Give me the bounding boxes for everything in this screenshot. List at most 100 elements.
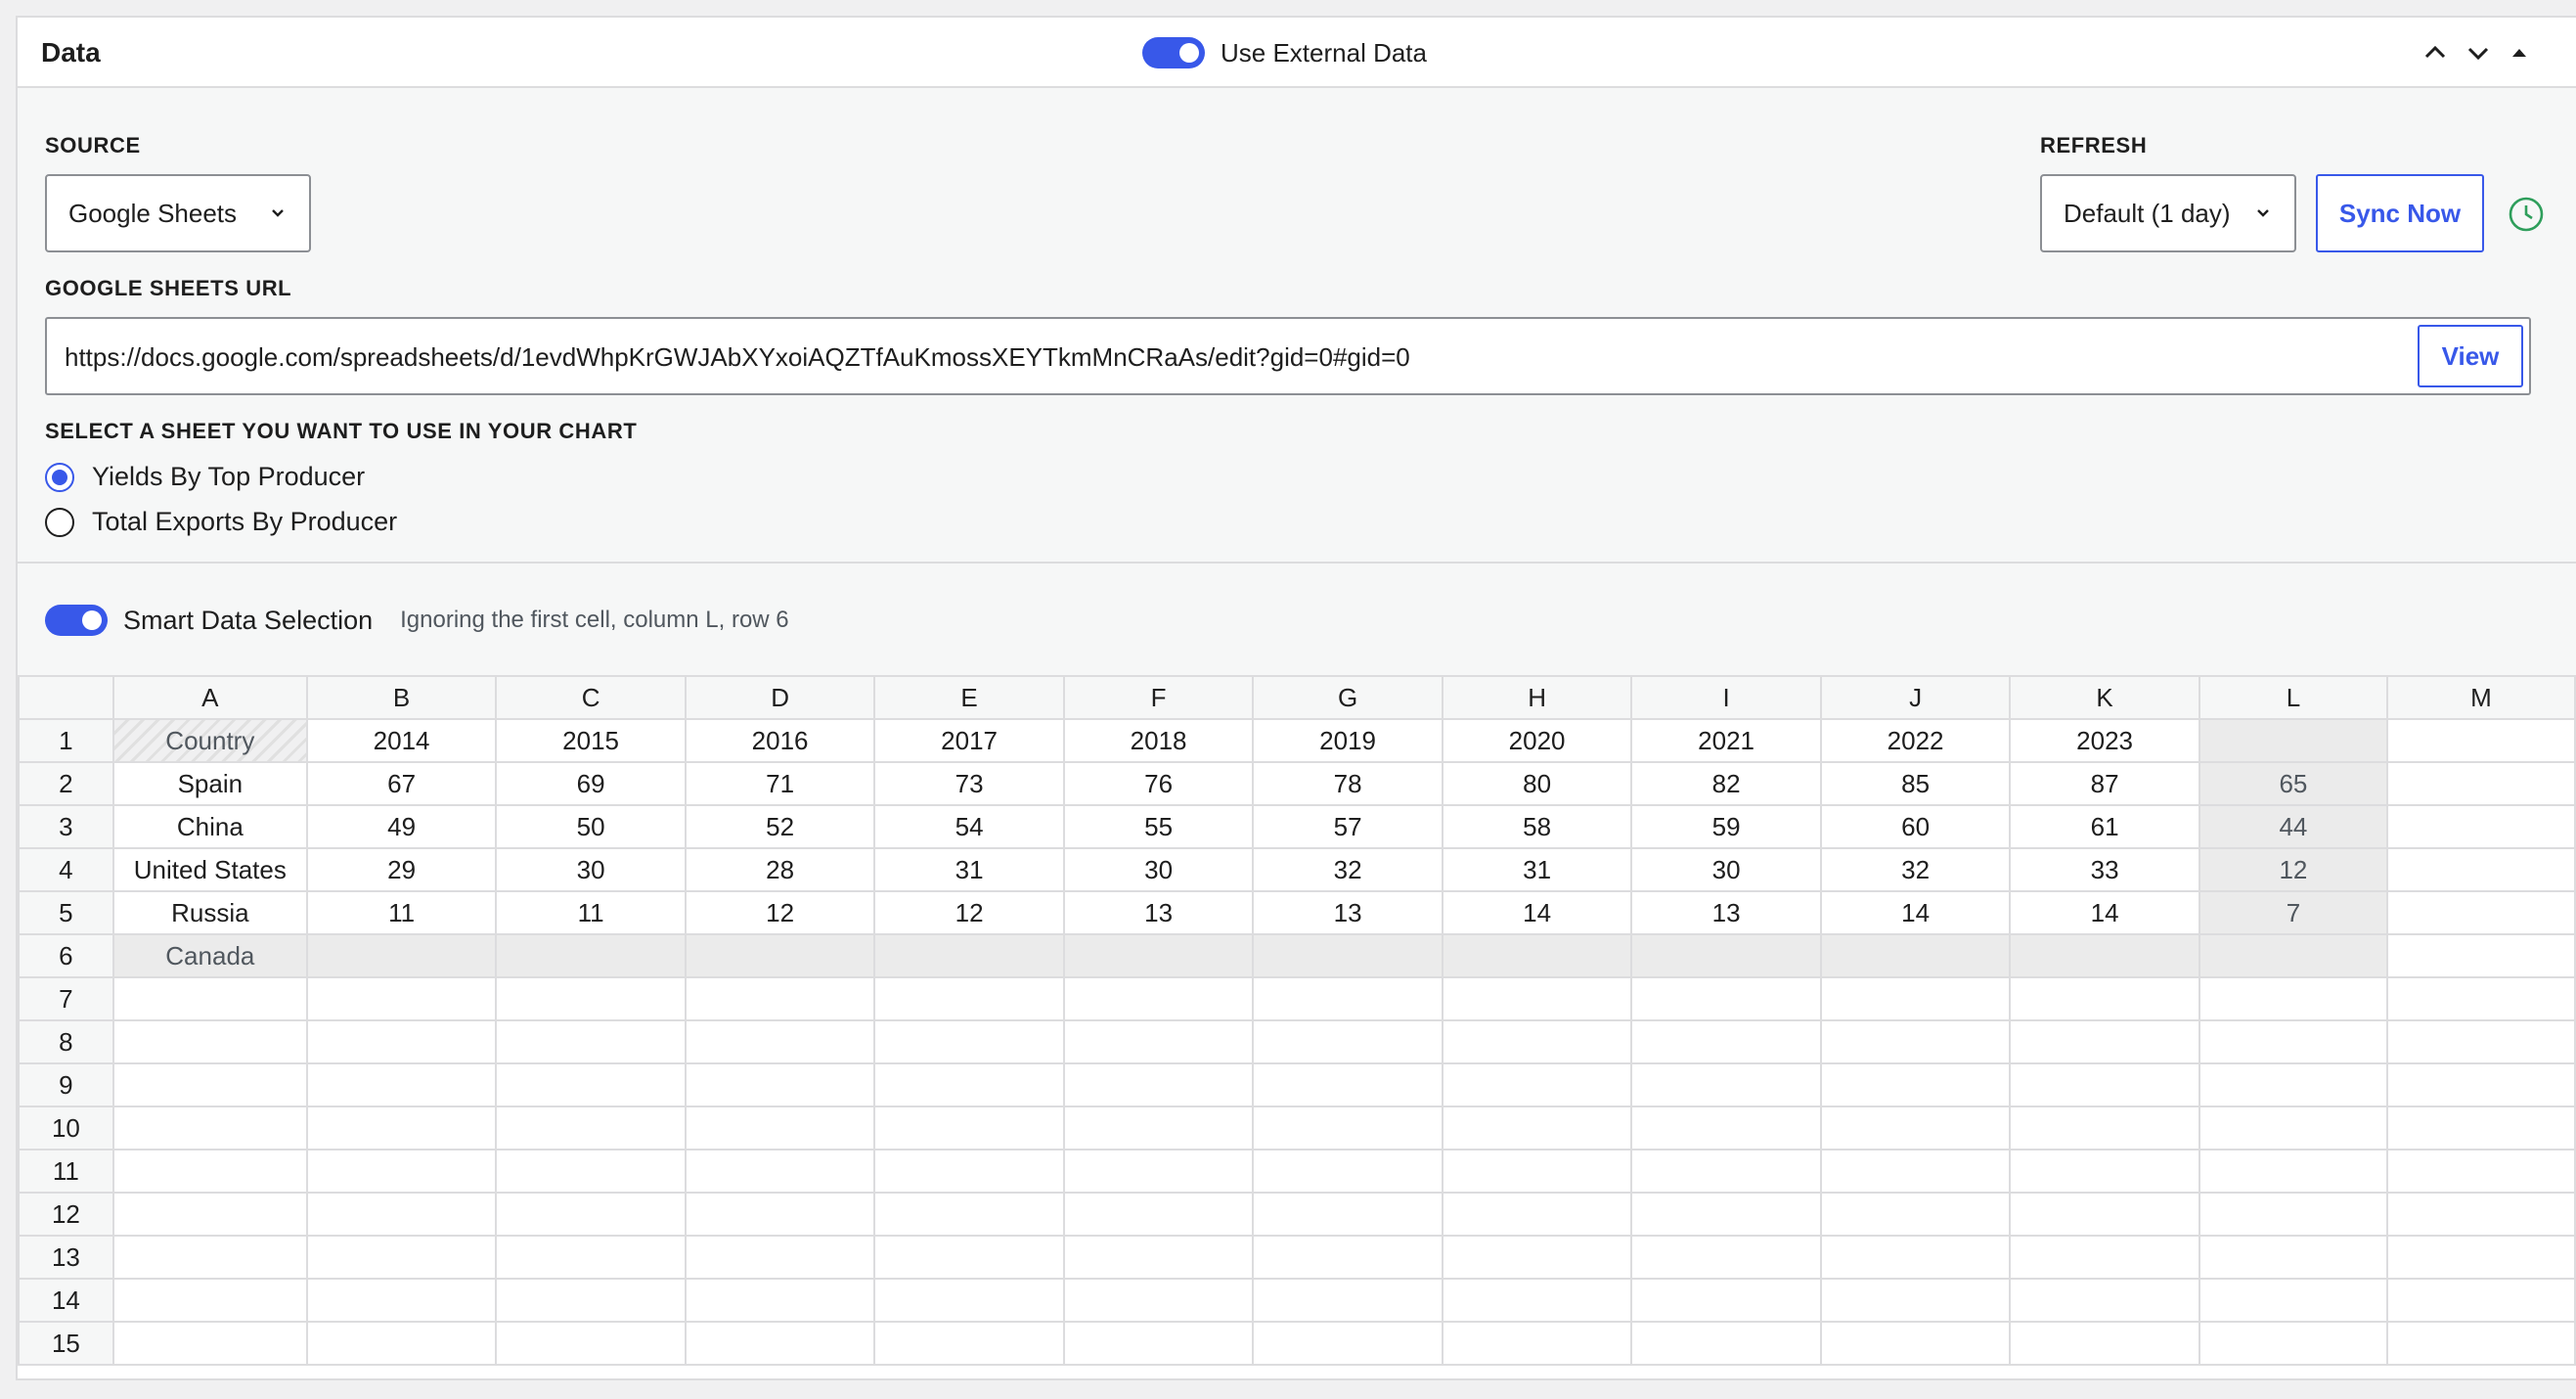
grid-cell[interactable] [495,1278,687,1323]
grid-cell[interactable]: 14 [2009,890,2200,935]
grid-cell[interactable] [873,1149,1065,1194]
grid-cell[interactable] [111,1321,308,1366]
grid-cell[interactable] [684,1321,876,1366]
grid-cell[interactable] [111,1062,308,1107]
grid-cell[interactable]: 14 [1441,890,1633,935]
sheet-option-exports[interactable]: Total Exports By Producer [45,507,397,537]
row-header[interactable]: 1 [18,718,114,763]
grid-cell[interactable] [305,1019,498,1064]
smart-data-selection-toggle[interactable]: Smart Data Selection Ignoring the first … [45,605,789,636]
grid-cell[interactable]: 33 [2009,847,2200,892]
grid-cell[interactable]: 80 [1441,761,1633,806]
grid-cell[interactable]: 76 [1062,761,1255,806]
grid-cell[interactable] [1062,1062,1255,1107]
grid-cell[interactable]: 12 [873,890,1065,935]
grid-cell[interactable]: 14 [1819,890,2012,935]
grid-cell[interactable]: 13 [1062,890,1255,935]
grid-cell[interactable]: 30 [1062,847,1255,892]
grid-cell[interactable] [1062,1321,1255,1366]
grid-cell[interactable] [2009,1278,2200,1323]
grid-cell[interactable] [2386,1235,2576,1280]
grid-cell[interactable] [1630,1019,1822,1064]
grid-cell[interactable] [1441,1192,1633,1237]
grid-cell[interactable]: 44 [2198,804,2389,849]
grid-cell[interactable] [111,1278,308,1323]
grid-cell[interactable] [873,1192,1065,1237]
column-header[interactable]: I [1630,675,1822,720]
grid-cell[interactable] [111,1149,308,1194]
grid-cell[interactable] [873,1062,1065,1107]
grid-cell[interactable]: 57 [1252,804,1443,849]
grid-cell[interactable] [1819,1149,2012,1194]
collapse-panel-icon[interactable] [2502,35,2537,70]
grid-cell[interactable]: 2019 [1252,718,1443,763]
grid-cell[interactable] [1441,976,1633,1021]
grid-cell[interactable] [495,1106,687,1151]
grid-cell[interactable]: 32 [1252,847,1443,892]
grid-cell[interactable]: 2020 [1441,718,1633,763]
grid-cell[interactable] [1819,933,2012,978]
grid-cell[interactable] [305,1106,498,1151]
grid-cell[interactable]: 2014 [305,718,498,763]
grid-cell[interactable]: 71 [684,761,876,806]
grid-cell[interactable]: 69 [495,761,687,806]
grid-cell[interactable] [495,1062,687,1107]
row-header[interactable]: 10 [18,1106,114,1151]
grid-cell[interactable] [495,1149,687,1194]
grid-cell[interactable] [1630,1106,1822,1151]
grid-cell[interactable]: 12 [2198,847,2389,892]
grid-cell[interactable] [2009,1235,2200,1280]
grid-cell[interactable]: 31 [1441,847,1633,892]
grid-cell[interactable] [111,1235,308,1280]
grid-cell[interactable] [1062,1106,1255,1151]
grid-cell[interactable]: 13 [1252,890,1443,935]
grid-cell[interactable] [684,1278,876,1323]
grid-cell[interactable]: 49 [305,804,498,849]
grid-cell[interactable]: China [111,804,308,849]
grid-cell[interactable]: 50 [495,804,687,849]
grid-cell[interactable] [1062,1235,1255,1280]
row-header[interactable]: 6 [18,933,114,978]
grid-cell[interactable] [2386,761,2576,806]
grid-cell[interactable] [684,1192,876,1237]
column-header[interactable]: M [2386,675,2576,720]
grid-cell[interactable] [2198,933,2389,978]
grid-cell[interactable] [1252,1321,1443,1366]
grid-cell[interactable] [2198,718,2389,763]
grid-cell[interactable] [1252,1149,1443,1194]
grid-cell[interactable] [1062,933,1255,978]
grid-cell[interactable] [305,1321,498,1366]
grid-cell[interactable] [305,976,498,1021]
row-header[interactable]: 7 [18,976,114,1021]
row-header[interactable]: 3 [18,804,114,849]
grid-cell[interactable] [305,1062,498,1107]
grid-cell[interactable]: 32 [1819,847,2012,892]
grid-cell[interactable] [2198,1149,2389,1194]
grid-cell[interactable] [873,1019,1065,1064]
grid-cell[interactable]: 7 [2198,890,2389,935]
grid-cell[interactable]: 52 [684,804,876,849]
grid-cell[interactable] [2386,890,2576,935]
grid-cell[interactable]: 59 [1630,804,1822,849]
grid-cell[interactable]: Spain [111,761,308,806]
grid-cell[interactable] [2386,847,2576,892]
grid-cell[interactable]: 2016 [684,718,876,763]
grid-cell[interactable]: 11 [305,890,498,935]
grid-cell[interactable] [2198,1192,2389,1237]
row-header[interactable]: 12 [18,1192,114,1237]
grid-cell[interactable]: 58 [1441,804,1633,849]
grid-cell[interactable] [1819,1278,2012,1323]
grid-cell[interactable] [111,976,308,1021]
row-header[interactable]: 15 [18,1321,114,1366]
column-header[interactable]: B [305,675,498,720]
grid-cell[interactable] [2386,1019,2576,1064]
column-header[interactable]: J [1819,675,2012,720]
grid-cell[interactable] [305,1235,498,1280]
column-header[interactable]: H [1441,675,1633,720]
grid-cell[interactable] [2009,1106,2200,1151]
grid-cell[interactable] [873,976,1065,1021]
grid-cell[interactable]: 78 [1252,761,1443,806]
row-header[interactable]: 9 [18,1062,114,1107]
grid-cell[interactable]: 12 [684,890,876,935]
grid-cell[interactable] [1819,1019,2012,1064]
